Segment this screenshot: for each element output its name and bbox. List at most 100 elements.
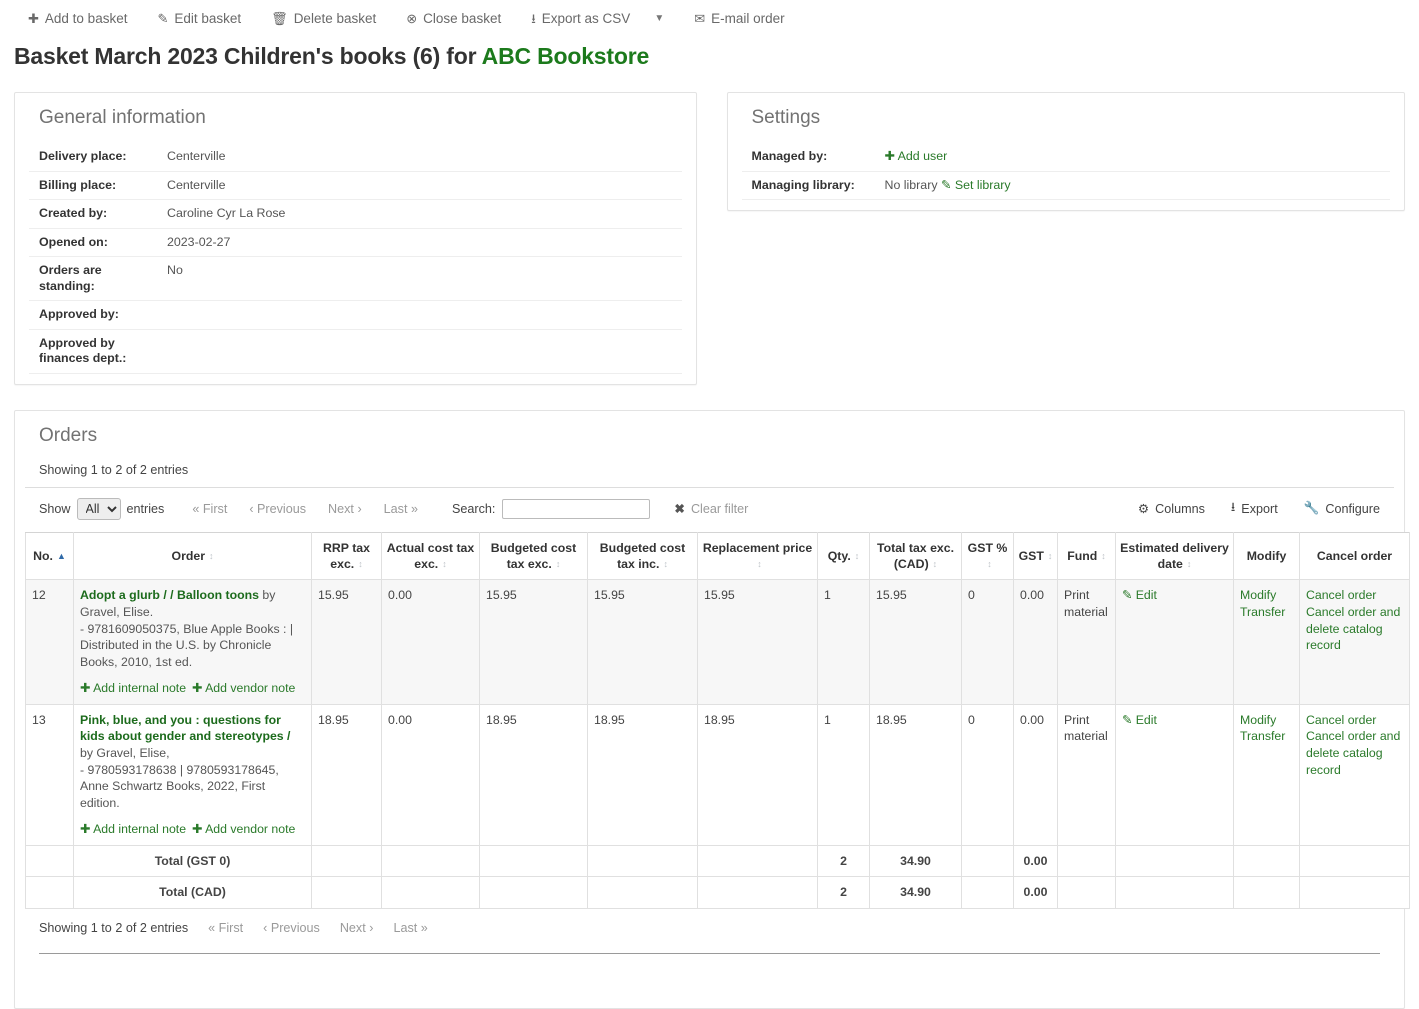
columns-button[interactable]: ⚙ Columns (1138, 501, 1205, 516)
cell-actual-cost-tax-exc: 0.00 (382, 704, 480, 845)
column-header-estimated-delivery-date[interactable]: Estimated delivery date↕ (1116, 532, 1234, 580)
add-vendor-note-button[interactable]: ✚ Add vendor note (192, 822, 295, 836)
cancel-order-and-delete-link[interactable]: Cancel order and delete catalog record (1306, 604, 1403, 654)
delete-basket-button[interactable]: 🗑 Delete basket (271, 11, 376, 26)
wrench-icon: 🔧 (1304, 501, 1320, 516)
column-label-fund: Fund (1067, 549, 1097, 563)
cell-order: Adopt a glurb / / Balloon toons by Grave… (74, 580, 312, 704)
orders-standing-label: Orders are standing: (29, 257, 159, 301)
sort-icon: ↕ (757, 560, 762, 569)
page-title-prefix: Basket March 2023 Children's books (6) f… (14, 43, 482, 69)
column-header-cancel-order: Cancel order (1300, 532, 1410, 580)
transfer-order-link[interactable]: Transfer (1240, 604, 1293, 621)
close-basket-button[interactable]: ⊗ Close basket (406, 11, 501, 26)
approved-by-finances-label: Approved by finances dept.: (29, 329, 159, 373)
plus-icon: ✚ (80, 681, 90, 695)
add-vendor-note-button[interactable]: ✚ Add vendor note (192, 681, 295, 695)
search-input[interactable] (502, 499, 650, 519)
column-label-cancel-order: Cancel order (1317, 549, 1392, 563)
export-label: Export (1241, 502, 1277, 516)
edit-basket-button[interactable]: ✎ Edit basket (157, 11, 241, 26)
column-header-gst-pct[interactable]: GST %↕ (962, 532, 1014, 580)
set-library-button[interactable]: ✎ Set library (941, 178, 1011, 192)
column-label-gst: GST (1019, 549, 1044, 563)
edit-delivery-date-button[interactable]: ✎ Edit (1122, 588, 1157, 602)
sort-icon: ↕ (987, 560, 992, 569)
total-cad-total-tax-exc: 34.90 (870, 877, 962, 909)
column-label-modify: Modify (1247, 549, 1287, 563)
pagination-first-bottom[interactable]: « First (208, 921, 243, 935)
cancel-order-and-delete-link[interactable]: Cancel order and delete catalog record (1306, 728, 1403, 778)
column-header-total-tax-exc[interactable]: Total tax exc. (CAD)↕ (870, 532, 962, 580)
orders-footer: Showing 1 to 2 of 2 entries « First ‹ Pr… (25, 909, 1394, 945)
biblio-title-link[interactable]: Adopt a glurb / / Balloon toons (80, 588, 259, 602)
pagination-next[interactable]: Next › (328, 502, 362, 516)
pagination-last-bottom[interactable]: Last » (393, 921, 427, 935)
download-icon: ⭳ (531, 12, 536, 25)
biblio-title-link[interactable]: Pink, blue, and you : questions for kids… (80, 713, 290, 744)
pagination-previous-bottom[interactable]: ‹ Previous (263, 921, 320, 935)
cancel-order-link[interactable]: Cancel order (1306, 587, 1403, 604)
pagination-previous-label: Previous (257, 502, 306, 516)
total-blank (1116, 877, 1234, 909)
cell-cancel-order: Cancel order Cancel order and delete cat… (1300, 580, 1410, 704)
note-links: ✚ Add internal note ✚ Add vendor note (80, 821, 305, 838)
entries-per-page-select[interactable]: All (77, 498, 121, 520)
total-row-gst: Total (GST 0) 2 34.90 0.00 (26, 845, 1410, 877)
column-header-fund[interactable]: Fund↕ (1058, 532, 1116, 580)
total-cad-label: Total (CAD) (74, 877, 312, 909)
approved-by-finances-value (159, 329, 682, 373)
pencil-icon: ✎ (1122, 588, 1132, 602)
column-header-order[interactable]: Order↕ (74, 532, 312, 580)
add-internal-note-button[interactable]: ✚ Add internal note (80, 822, 186, 836)
cell-actual-cost-tax-exc: 0.00 (382, 580, 480, 704)
column-header-no[interactable]: No.▲ (26, 532, 74, 580)
total-blank (1058, 877, 1116, 909)
column-header-actual-cost-tax-exc[interactable]: Actual cost tax exc.↕ (382, 532, 480, 580)
modify-order-link[interactable]: Modify (1240, 587, 1293, 604)
pagination-next-bottom[interactable]: Next › (340, 921, 374, 935)
sort-icon: ↕ (556, 560, 561, 569)
column-header-budgeted-cost-tax-inc[interactable]: Budgeted cost tax inc.↕ (588, 532, 698, 580)
pagination-last-label: Last (393, 921, 417, 935)
transfer-order-link[interactable]: Transfer (1240, 728, 1293, 745)
page-title: Basket March 2023 Children's books (6) f… (14, 43, 1419, 70)
email-order-label: E-mail order (711, 11, 785, 26)
first-chevron-icon: « (208, 921, 215, 935)
pagination-first[interactable]: « First (192, 502, 227, 516)
cell-rrp-tax-exc: 15.95 (312, 580, 382, 704)
column-header-replacement-price[interactable]: Replacement price↕ (698, 532, 818, 580)
sort-icon: ↕ (933, 560, 938, 569)
column-header-rrp-tax-exc[interactable]: RRP tax exc.↕ (312, 532, 382, 580)
cancel-order-link[interactable]: Cancel order (1306, 712, 1403, 729)
set-library-label: Set library (955, 178, 1011, 192)
configure-button[interactable]: 🔧 Configure (1304, 501, 1380, 516)
column-header-qty[interactable]: Qty.↕ (818, 532, 870, 580)
total-cad-gst: 0.00 (1014, 877, 1058, 909)
orders-table-header-row: No.▲ Order↕ RRP tax exc.↕ Actual cost ta… (26, 532, 1410, 580)
total-blank (1058, 845, 1116, 877)
add-internal-note-button[interactable]: ✚ Add internal note (80, 681, 186, 695)
total-blank (26, 877, 74, 909)
export-dropdown-caret-icon[interactable]: ▼ (654, 13, 664, 24)
column-header-budgeted-cost-tax-exc[interactable]: Budgeted cost tax exc.↕ (480, 532, 588, 580)
pagination-last[interactable]: Last » (384, 502, 418, 516)
basket-details-page: ✚ Add to basket ✎ Edit basket 🗑 Delete b… (0, 0, 1419, 1009)
total-blank (1116, 845, 1234, 877)
add-user-button[interactable]: ✚ Add user (885, 149, 948, 163)
column-label-budgeted-cost-tax-exc: Budgeted cost tax exc. (491, 541, 576, 571)
general-information-table: Delivery place: Centerville Billing plac… (29, 143, 682, 374)
add-vendor-note-label: Add vendor note (205, 681, 295, 695)
edit-delivery-date-button[interactable]: ✎ Edit (1122, 713, 1157, 727)
export-as-csv-button[interactable]: ⭳ Export as CSV (531, 11, 630, 26)
modify-order-link[interactable]: Modify (1240, 712, 1293, 729)
email-order-button[interactable]: ✉ E-mail order (694, 11, 784, 26)
plus-icon: ✚ (885, 149, 895, 163)
vendor-link[interactable]: ABC Bookstore (482, 43, 649, 69)
add-to-basket-button[interactable]: ✚ Add to basket (28, 11, 127, 26)
total-blank (962, 845, 1014, 877)
column-header-gst[interactable]: GST↕ (1014, 532, 1058, 580)
export-button[interactable]: ⭳ Export (1231, 498, 1278, 519)
pagination-previous[interactable]: ‹ Previous (249, 502, 306, 516)
clear-filter-button[interactable]: ✖ Clear filter (674, 501, 748, 516)
